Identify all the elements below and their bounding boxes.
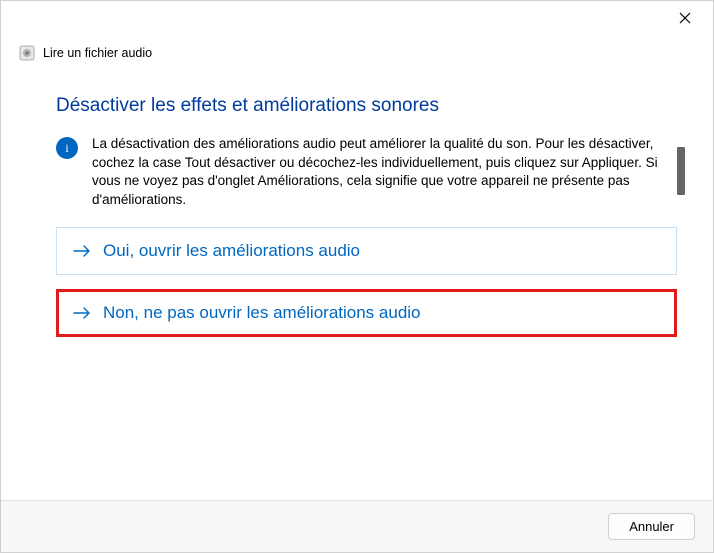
dialog-header: Lire un fichier audio xyxy=(1,37,713,79)
cancel-button[interactable]: Annuler xyxy=(608,513,695,540)
info-row: i La désactivation des améliorations aud… xyxy=(56,135,677,209)
option-no-label: Non, ne pas ouvrir les améliorations aud… xyxy=(103,303,421,323)
dialog-footer: Annuler xyxy=(1,500,713,552)
info-text: La désactivation des améliorations audio… xyxy=(92,135,677,209)
option-yes-open-enhancements[interactable]: Oui, ouvrir les améliorations audio xyxy=(56,227,677,275)
titlebar xyxy=(1,1,713,37)
option-no-skip-enhancements[interactable]: Non, ne pas ouvrir les améliorations aud… xyxy=(56,289,677,337)
arrow-right-icon xyxy=(73,244,91,258)
arrow-right-icon xyxy=(73,306,91,320)
dialog-window: Lire un fichier audio Désactiver les eff… xyxy=(0,0,714,553)
option-yes-label: Oui, ouvrir les améliorations audio xyxy=(103,241,360,261)
close-button[interactable] xyxy=(665,3,705,35)
dialog-title: Lire un fichier audio xyxy=(43,46,152,60)
audio-troubleshoot-icon xyxy=(19,45,35,61)
close-icon xyxy=(679,11,691,28)
scrollbar-thumb[interactable] xyxy=(677,147,685,195)
info-icon: i xyxy=(56,137,78,159)
page-heading: Désactiver les effets et améliorations s… xyxy=(56,95,677,117)
dialog-content: Désactiver les effets et améliorations s… xyxy=(1,79,713,500)
